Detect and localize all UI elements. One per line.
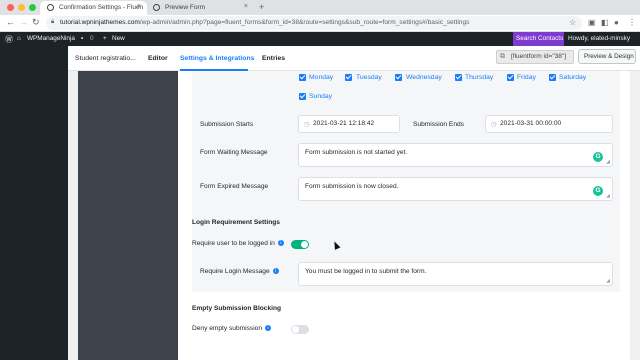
expired-message-text: Form submission is now closed. [305,183,399,190]
day-label[interactable]: Thursday [465,74,493,81]
require-login-message-text: Require Login Message [200,268,270,275]
checkbox-monday[interactable] [299,74,306,81]
expired-message-label: Form Expired Message [200,183,269,190]
tab-title: Confirmation Settings - Fluen [59,4,144,11]
close-window-button[interactable] [7,4,14,11]
copy-icon: ⧉ [500,53,505,60]
require-login-label: Require user to be logged in i [192,240,284,247]
howdy-user-menu[interactable]: Howdy, elated-minsky [568,35,630,42]
checkbox-thursday[interactable] [455,74,462,81]
checkbox-tuesday[interactable] [345,74,352,81]
submission-ends-input[interactable]: ◷ 2021-03-31 00:00:00 [485,115,613,133]
tab-title: Preview Form [165,4,206,11]
submission-starts-label: Submission Starts [200,121,254,128]
day-label[interactable]: Friday [517,74,536,81]
comments-icon[interactable]: ▪ [81,35,83,42]
waiting-message-text: Form submission is not started yet. [305,149,408,156]
clock-icon: ◷ [491,121,497,128]
checkbox-sunday[interactable] [299,93,306,100]
browser-tab-strip: Confirmation Settings - Fluen × Preview … [0,0,640,15]
login-section-title: Login Requirement Settings [192,219,280,226]
empty-blocking-section-title: Empty Submission Blocking [192,305,282,312]
day-label[interactable]: Saturday [559,74,586,81]
settings-side-column [78,71,178,360]
preview-design-button[interactable]: Preview & Design [578,49,636,64]
url-field[interactable]: 🔒︎ tutorial.wpninjathemes.com/wp-admin/a… [46,16,582,30]
close-tab-icon[interactable]: × [137,3,141,10]
toggle-knob [292,326,299,333]
resize-handle-icon[interactable]: ◢ [606,159,610,165]
grammarly-icon[interactable]: G [593,186,603,196]
tab-editor[interactable]: Editor [148,55,168,62]
login-message-textarea[interactable]: You must be logged in to submit the form… [298,262,613,286]
shortcode-text: [fluentform id="38"] [511,53,567,60]
info-icon[interactable]: i [272,268,279,274]
lock-icon: 🔒︎ [51,19,55,25]
star-icon[interactable]: ☆ [569,18,576,27]
menu-icon[interactable]: ⋮ [628,18,636,27]
extension-icon[interactable]: ◧ [601,18,609,27]
tab-form-name[interactable]: Student registratio... [75,55,136,62]
new-content-link[interactable]: New [112,35,125,42]
day-label[interactable]: Sunday [309,93,332,100]
minimize-window-button[interactable] [18,4,25,11]
checkbox-friday[interactable] [507,74,514,81]
url-host: tutorial.wpninjathemes.com [60,19,140,26]
comments-count[interactable]: 0 [90,35,94,42]
resize-handle-icon[interactable]: ◢ [606,278,610,284]
info-icon[interactable]: i [277,240,284,246]
wordpress-icon [47,4,54,11]
waiting-message-textarea[interactable]: Form submission is not started yet. ◢ [298,143,613,167]
browser-tab-preview[interactable]: Preview Form × [146,1,254,15]
require-login-text: Require user to be logged in [192,240,275,247]
profile-icon[interactable]: ● [614,18,619,27]
browser-tab-confirmation[interactable]: Confirmation Settings - Fluen × [40,1,147,15]
close-tab-icon[interactable]: × [244,3,248,10]
wordpress-icon [153,4,160,11]
address-bar-row: ← → ↻ 🔒︎ tutorial.wpninjathemes.com/wp-a… [0,15,640,32]
tab-settings-integrations[interactable]: Settings & Integrations [180,55,254,62]
maximize-window-button[interactable] [29,4,36,11]
back-button[interactable]: ← [6,17,15,27]
checkbox-wednesday[interactable] [395,74,402,81]
site-name-link[interactable]: WPManageNinja [27,35,75,42]
info-icon[interactable]: i [265,325,271,331]
home-icon[interactable]: ⌂ [17,35,21,42]
require-login-message-label: Require Login Message i [200,268,279,275]
submission-ends-label: Submission Ends [413,121,464,128]
require-login-toggle[interactable] [291,240,309,249]
deny-empty-text: Deny empty submission [192,325,262,332]
search-contacts-button[interactable]: Search Contacts [513,32,564,46]
submission-ends-value: 2021-03-31 00:00:00 [500,120,562,127]
login-message-text: You must be logged in to submit the form… [305,268,427,275]
plus-icon: + [103,35,107,42]
deny-empty-toggle[interactable] [291,325,309,334]
forward-button[interactable]: → [19,17,28,27]
new-tab-button[interactable]: + [259,2,264,12]
waiting-message-label: Form Waiting Message [200,149,268,156]
admin-sidebar [0,46,68,360]
deny-empty-label: Deny empty submission i [192,325,271,332]
toggle-knob [301,241,308,248]
checkbox-saturday[interactable] [549,74,556,81]
clock-icon: ◷ [304,121,310,128]
tab-entries[interactable]: Entries [262,55,285,62]
grammarly-icon[interactable]: G [593,152,603,162]
wordpress-logo-icon[interactable]: Ⓦ [5,34,13,45]
shortcode-copy[interactable]: ⧉ [fluentform id="38"] [496,50,574,64]
expired-message-textarea[interactable]: Form submission is now closed. ◢ [298,177,613,201]
submission-starts-input[interactable]: ◷ 2021-03-21 12:18:42 [298,115,400,133]
reload-button[interactable]: ↻ [32,17,40,28]
day-label[interactable]: Monday [309,74,333,81]
day-label[interactable]: Wednesday [406,74,442,81]
submission-starts-value: 2021-03-21 12:18:42 [313,120,375,127]
extension-icon[interactable]: ▣ [588,18,596,27]
resize-handle-icon[interactable]: ◢ [606,193,610,199]
url-path: /wp-admin/admin.php?page=fluent_forms&fo… [139,19,470,26]
day-label[interactable]: Tuesday [356,74,382,81]
